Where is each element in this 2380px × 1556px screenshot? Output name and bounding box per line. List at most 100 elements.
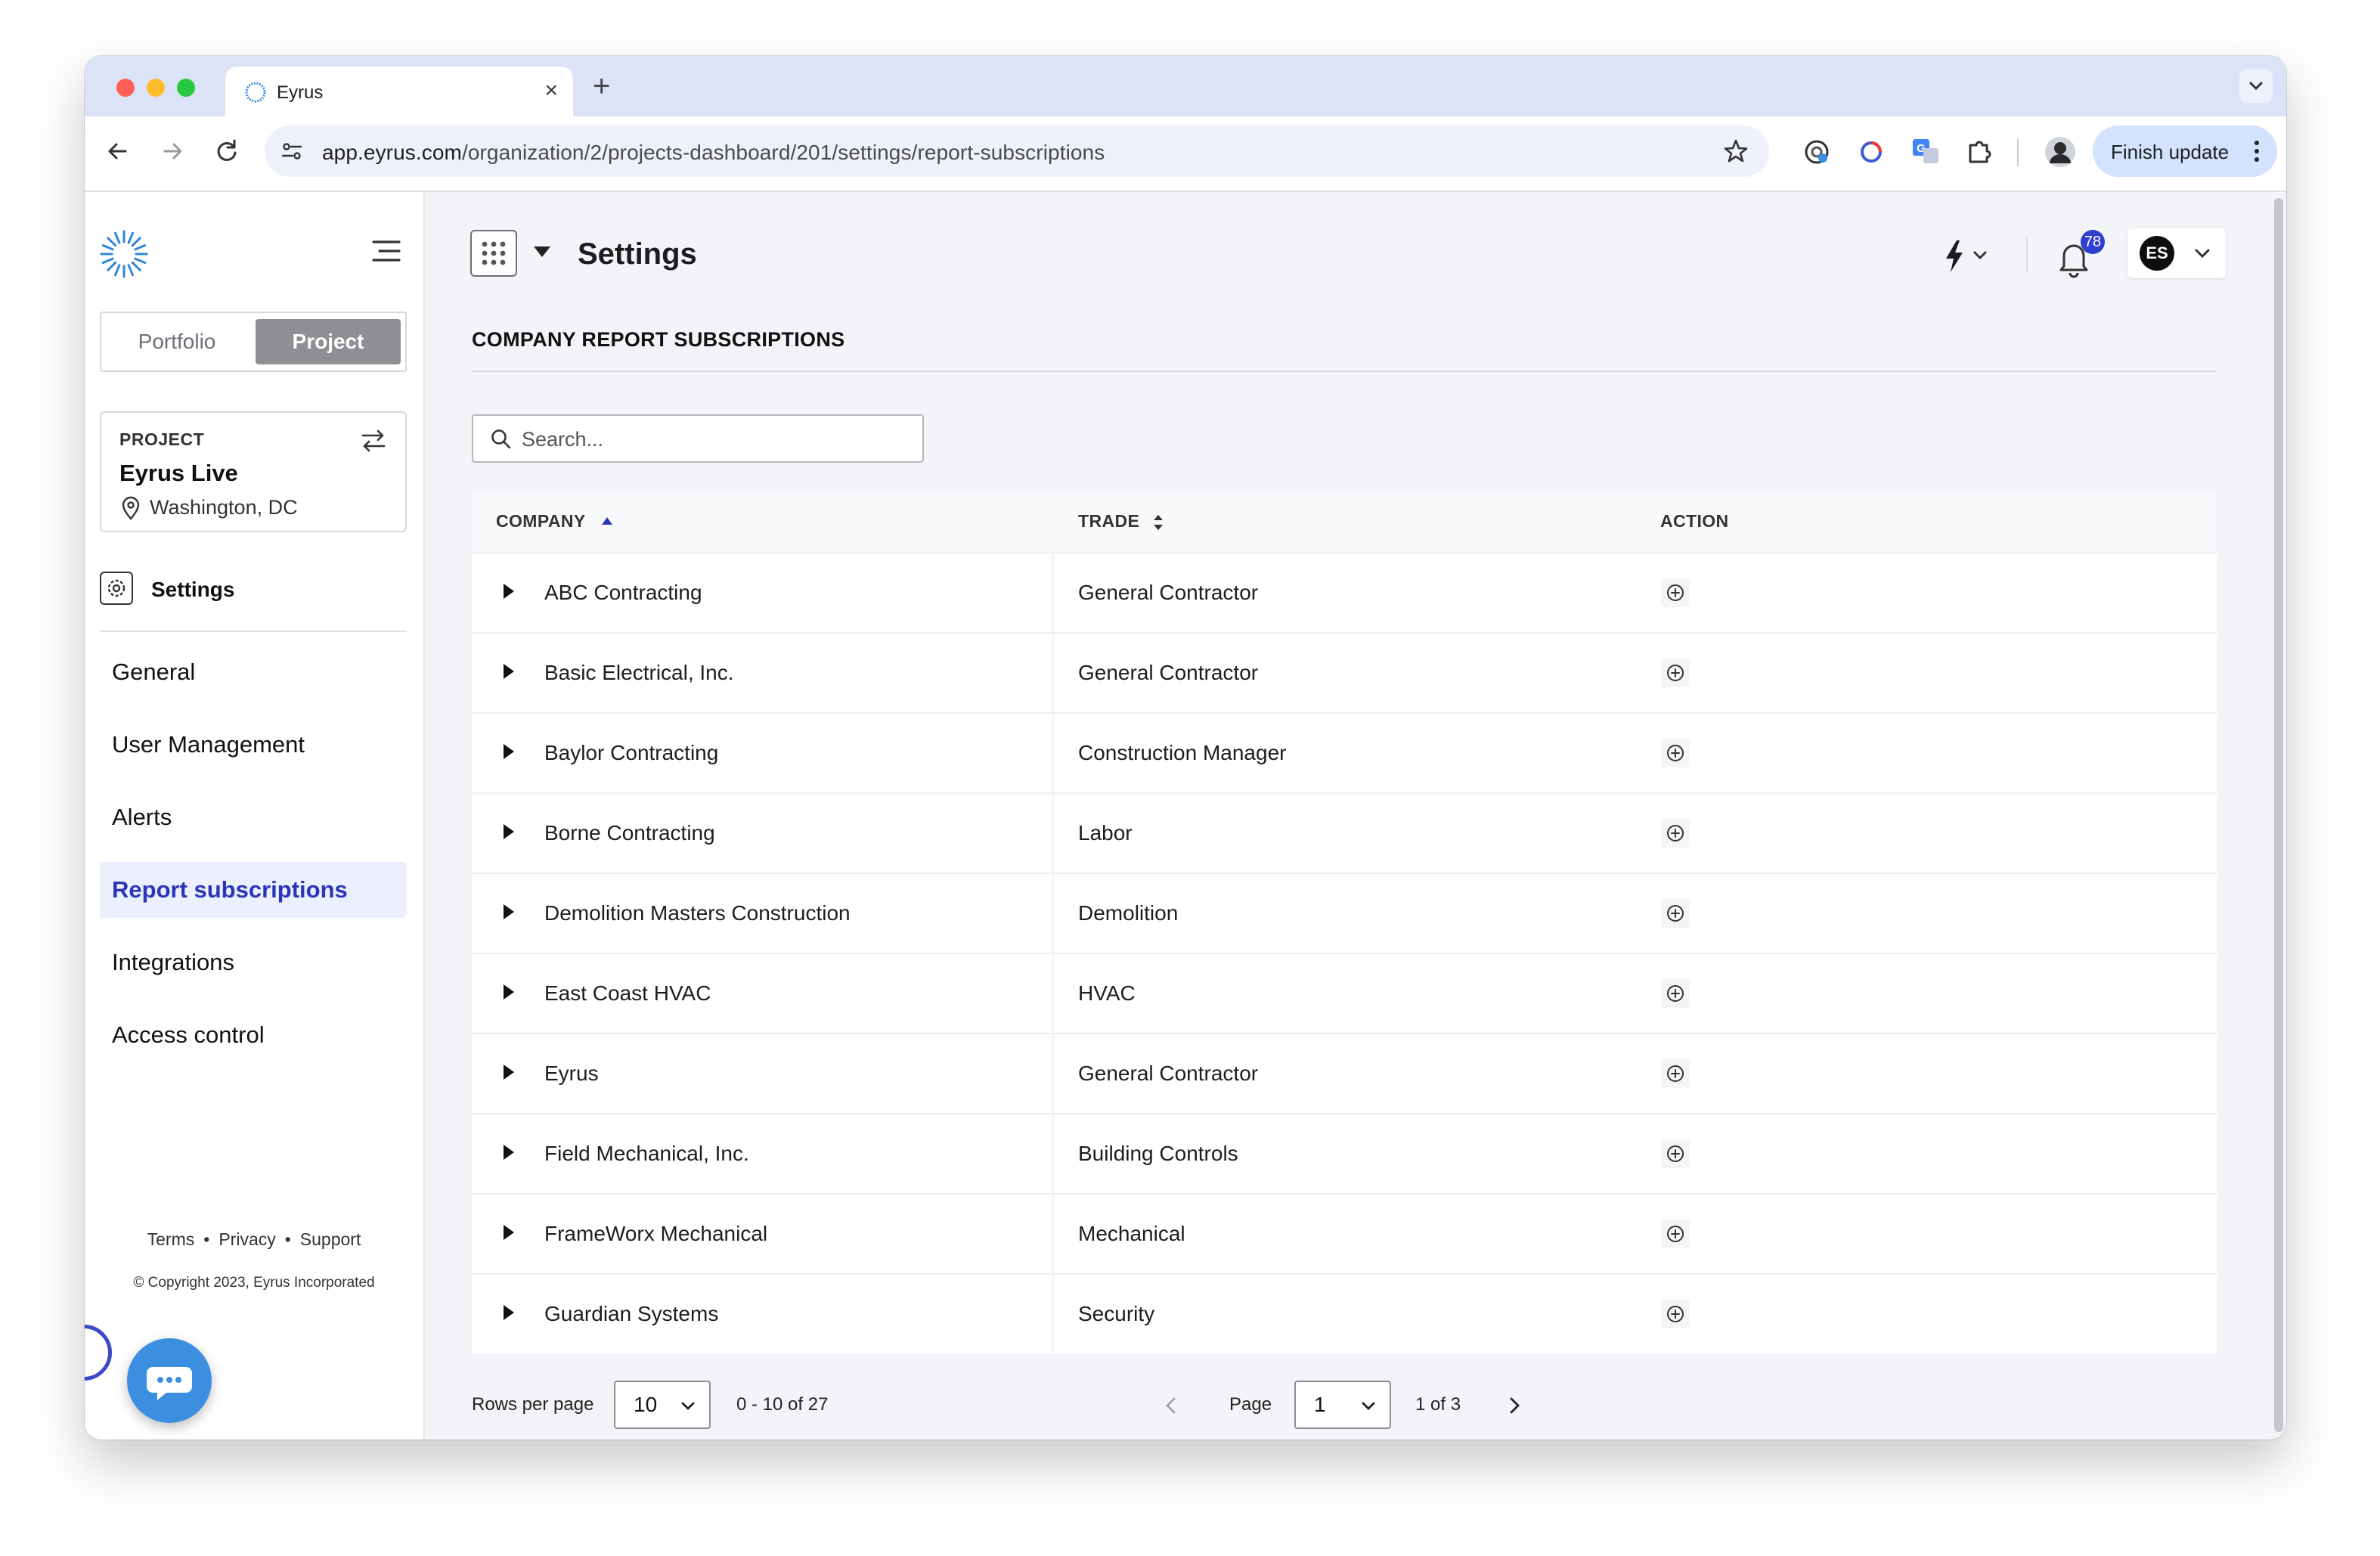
trade-cell: Security: [1078, 1302, 1155, 1325]
column-divider: [1052, 954, 1054, 1033]
finish-update-label: Finish update: [2111, 141, 2230, 163]
add-subscription-icon[interactable]: [1660, 1139, 1690, 1169]
add-subscription-icon[interactable]: [1660, 978, 1690, 1009]
company-cell: ABC Contracting: [544, 581, 702, 604]
company-cell: Guardian Systems: [544, 1302, 719, 1325]
nav-item-access-control[interactable]: Access control: [100, 1007, 407, 1063]
table-row: Basic Electrical, Inc. General Contracto…: [472, 632, 2217, 712]
back-arrow-icon[interactable]: [100, 133, 136, 169]
table-row: FrameWorx Mechanical Mechanical: [472, 1193, 2217, 1273]
reload-icon[interactable]: [209, 133, 245, 169]
expand-row-icon[interactable]: [504, 1145, 514, 1160]
company-cell: FrameWorx Mechanical: [544, 1222, 768, 1245]
trade-cell: HVAC: [1078, 981, 1136, 1005]
browser-tab[interactable]: Eyrus ×: [225, 67, 573, 116]
trade-cell: Mechanical: [1078, 1222, 1185, 1245]
expand-row-icon[interactable]: [504, 824, 514, 839]
row-range: 0 - 10 of 27: [736, 1394, 829, 1415]
page-label: Page: [1229, 1394, 1272, 1415]
page-select[interactable]: 1: [1294, 1381, 1391, 1429]
lightning-bolt-icon: [1946, 240, 1987, 272]
url-text: app.eyrus.com/organization/2/projects-da…: [322, 141, 1105, 165]
expand-row-icon[interactable]: [504, 744, 514, 759]
caret-down-icon[interactable]: [534, 246, 550, 257]
eyrus-logo-icon[interactable]: [98, 228, 150, 280]
quick-actions-button[interactable]: [1937, 237, 1997, 275]
table-row: Borne Contracting Labor: [472, 792, 2217, 873]
expand-row-icon[interactable]: [504, 984, 514, 1000]
pagination: Rows per page 10 0 - 10 of 27 Page 1 1 o…: [472, 1379, 2217, 1432]
scrollbar[interactable]: [2274, 198, 2283, 1432]
nav-item-alerts[interactable]: Alerts: [100, 789, 407, 845]
sort-ascending-icon[interactable]: [602, 517, 612, 525]
expand-row-icon[interactable]: [504, 904, 514, 919]
support-link[interactable]: Support: [300, 1229, 361, 1249]
privacy-link[interactable]: Privacy: [218, 1229, 275, 1249]
eyrus-favicon-icon: [245, 82, 266, 103]
url-path: /organization/2/projects-dashboard/201/s…: [461, 141, 1105, 164]
switch-project-icon[interactable]: [358, 425, 389, 455]
add-subscription-icon[interactable]: [1660, 738, 1690, 768]
extensions-puzzle-icon[interactable]: [1963, 135, 1997, 169]
sort-icon[interactable]: [1152, 511, 1164, 534]
column-header-company[interactable]: COMPANY: [496, 511, 586, 532]
chevron-down-icon: [2195, 249, 2210, 259]
add-subscription-icon[interactable]: [1660, 578, 1690, 608]
terms-link[interactable]: Terms: [147, 1229, 195, 1249]
add-subscription-icon[interactable]: [1660, 658, 1690, 688]
extension-swirl-icon[interactable]: [1854, 135, 1889, 169]
nav-item-report-subscriptions[interactable]: Report subscriptions: [100, 862, 407, 918]
project-toggle[interactable]: Project: [256, 319, 401, 364]
maximize-window-button[interactable]: [177, 79, 195, 97]
column-header-trade[interactable]: TRADE: [1078, 511, 1139, 532]
expand-row-icon[interactable]: [504, 584, 514, 599]
next-page-icon[interactable]: [1501, 1393, 1527, 1418]
new-tab-icon[interactable]: +: [593, 70, 610, 103]
company-cell: Borne Contracting: [544, 821, 715, 845]
column-divider: [1052, 634, 1054, 712]
trade-cell: Labor: [1078, 821, 1133, 845]
close-tab-icon[interactable]: ×: [544, 78, 558, 104]
profile-avatar-icon[interactable]: [2043, 135, 2078, 169]
add-subscription-icon[interactable]: [1660, 818, 1690, 848]
trade-cell: Demolition: [1078, 901, 1179, 925]
tab-search-button[interactable]: [2239, 70, 2273, 103]
add-subscription-icon[interactable]: [1660, 898, 1690, 928]
sidebar: Portfolio Project PROJECT Eyrus Live Was…: [85, 192, 425, 1440]
site-settings-icon[interactable]: [280, 139, 304, 163]
previous-page-icon[interactable]: [1158, 1393, 1184, 1418]
finish-update-button[interactable]: Finish update: [2093, 126, 2277, 177]
add-subscription-icon[interactable]: [1660, 1059, 1690, 1089]
apps-grid-button[interactable]: [470, 230, 517, 277]
expand-row-icon[interactable]: [504, 1225, 514, 1240]
minimize-window-button[interactable]: [147, 79, 165, 97]
expand-row-icon[interactable]: [504, 1065, 514, 1080]
password-manager-icon[interactable]: [1799, 135, 1834, 169]
column-divider: [1052, 1114, 1054, 1193]
expand-row-icon[interactable]: [504, 1305, 514, 1320]
add-subscription-icon[interactable]: [1660, 1299, 1690, 1329]
notifications-button[interactable]: 78: [2055, 230, 2108, 283]
nav-item-general[interactable]: General: [100, 644, 407, 700]
user-menu-button[interactable]: ES: [2127, 228, 2226, 278]
apps-grid-icon: [482, 241, 506, 265]
chat-button[interactable]: [127, 1338, 212, 1423]
address-bar[interactable]: app.eyrus.com/organization/2/projects-da…: [265, 126, 1769, 177]
column-divider: [1052, 714, 1054, 792]
url-host: app.eyrus.com: [322, 141, 462, 164]
portfolio-toggle[interactable]: Portfolio: [101, 313, 253, 370]
forward-arrow-icon[interactable]: [154, 133, 191, 169]
column-divider: [1052, 1275, 1054, 1353]
expand-row-icon[interactable]: [504, 664, 514, 679]
section-title: COMPANY REPORT SUBSCRIPTIONS: [472, 328, 845, 351]
add-subscription-icon[interactable]: [1660, 1219, 1690, 1249]
translate-icon[interactable]: G: [1908, 135, 1943, 169]
rows-per-page-select[interactable]: 10: [614, 1381, 711, 1429]
bookmark-star-icon[interactable]: [1722, 138, 1749, 165]
nav-item-user-management[interactable]: User Management: [100, 717, 407, 773]
menu-collapse-icon[interactable]: [372, 237, 401, 265]
nav-item-integrations[interactable]: Integrations: [100, 935, 407, 990]
trade-cell: General Contractor: [1078, 661, 1259, 684]
search-input[interactable]: [520, 422, 916, 457]
close-window-button[interactable]: [116, 79, 135, 97]
